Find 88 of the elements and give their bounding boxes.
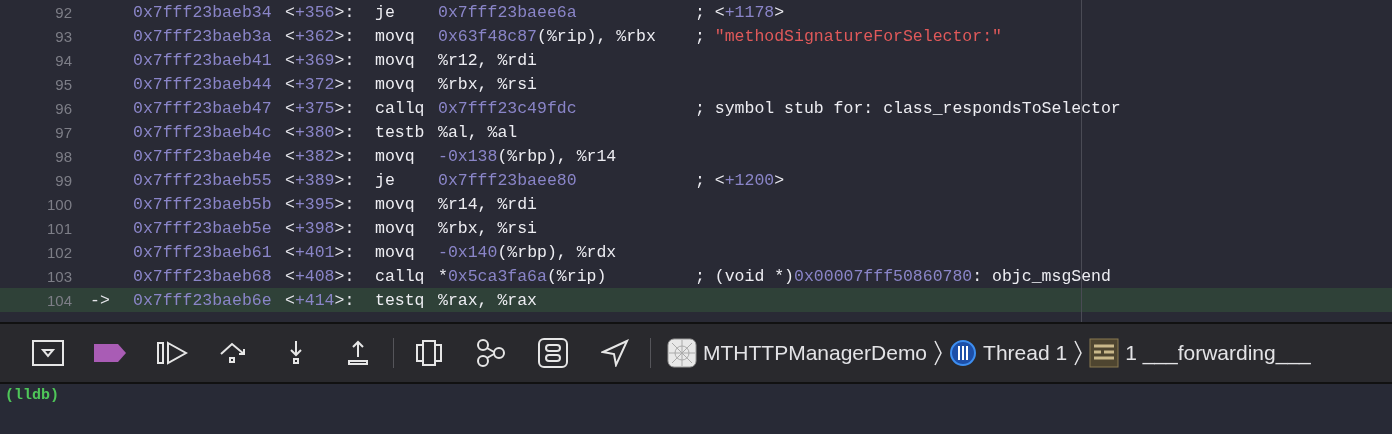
mnemonic: testb (375, 122, 426, 142)
instruction-pointer: -> (90, 290, 110, 310)
operands: %rax, %rax (438, 290, 539, 310)
mnemonic: movq (375, 194, 416, 214)
mnemonic: movq (375, 50, 416, 70)
line-number: 99 (54, 171, 72, 189)
environment-overrides-icon[interactable] (538, 338, 568, 368)
operands: 0x63f48c87(%rip), %rbx (438, 26, 657, 46)
line-number: 104 (45, 291, 72, 309)
mnemonic: je (375, 2, 396, 22)
line-number: 100 (45, 195, 72, 213)
offset: <+382>: (285, 146, 356, 166)
breadcrumb-item[interactable]: MTHTTPManagerDemo (703, 341, 928, 365)
address: 0x7fff23baeb5b (133, 194, 273, 214)
chevron-icon (1073, 339, 1084, 367)
breakpoint-icon[interactable] (94, 344, 126, 362)
address: 0x7fff23baeb44 (133, 74, 273, 94)
operands: %rbx, %rsi (438, 74, 539, 94)
address: 0x7fff23baeb61 (133, 242, 273, 262)
console-prompt: (lldb) (5, 387, 59, 404)
operands: %rbx, %rsi (438, 218, 539, 238)
offset: <+375>: (285, 98, 356, 118)
address: 0x7fff23baeb3a (133, 26, 273, 46)
line-number: 96 (54, 99, 72, 117)
offset: <+414>: (285, 290, 356, 310)
comment: ; <+1200> (695, 170, 785, 190)
mnemonic: je (375, 170, 396, 190)
line-number: 94 (54, 51, 72, 69)
mnemonic: testq (375, 290, 426, 310)
operands: -0x138(%rbp), %r14 (438, 146, 618, 166)
comment: ; (void *)0x00007fff50860780: objc_msgSend (695, 266, 1111, 286)
thread-icon (949, 339, 978, 367)
address: 0x7fff23baeb4c (133, 122, 273, 142)
mnemonic: callq (375, 98, 426, 118)
address: 0x7fff23baeb68 (133, 266, 273, 286)
step-out-icon[interactable] (347, 339, 369, 367)
offset: <+408>: (285, 266, 356, 286)
mnemonic: callq (375, 266, 426, 286)
offset: <+372>: (285, 74, 356, 94)
offset: <+356>: (285, 2, 356, 22)
operands: 0x7fff23c49fdc (438, 98, 578, 118)
hide-console-icon[interactable] (32, 340, 64, 366)
line-number: 93 (54, 27, 72, 45)
line-number: 95 (54, 75, 72, 93)
breadcrumb-item[interactable]: 1 ___forwarding___ (1125, 341, 1311, 365)
operands: -0x140(%rbp), %rdx (438, 242, 618, 262)
line-number: 101 (45, 219, 72, 237)
address: 0x7fff23baeb55 (133, 170, 273, 190)
operands: 0x7fff23baee6a (438, 2, 578, 22)
breadcrumb-item[interactable]: Thread 1 (983, 341, 1068, 365)
offset: <+380>: (285, 122, 356, 142)
chevron-icon (933, 339, 944, 367)
line-number: 102 (45, 243, 72, 261)
continue-icon[interactable] (156, 340, 188, 366)
mnemonic: movq (375, 74, 416, 94)
address: 0x7fff23baeb47 (133, 98, 273, 118)
offset: <+389>: (285, 170, 356, 190)
mnemonic: movq (375, 146, 416, 166)
address: 0x7fff23baeb41 (133, 50, 273, 70)
address: 0x7fff23baeb34 (133, 2, 273, 22)
memory-graph-icon[interactable] (476, 339, 506, 367)
operands: 0x7fff23baee80 (438, 170, 578, 190)
offset: <+369>: (285, 50, 356, 70)
address: 0x7fff23baeb5e (133, 218, 273, 238)
operands: %r12, %rdi (438, 50, 539, 70)
line-number: 92 (54, 3, 72, 21)
operands: %al, %al (438, 122, 519, 142)
line-number: 103 (45, 267, 72, 285)
view-hierarchy-icon[interactable] (415, 340, 443, 366)
offset: <+401>: (285, 242, 356, 262)
operands: %r14, %rdi (438, 194, 539, 214)
offset: <+395>: (285, 194, 356, 214)
comment: ; symbol stub for: class_respondsToSelector (695, 98, 1121, 118)
address: 0x7fff23baeb4e (133, 146, 273, 166)
operands: *0x5ca3fa6a(%rip) (438, 266, 608, 286)
comment: ; "methodSignatureForSelector:" (695, 26, 1002, 46)
comment: ; <+1178> (695, 2, 785, 22)
offset: <+398>: (285, 218, 356, 238)
mnemonic: movq (375, 26, 416, 46)
address: 0x7fff23baeb6e (133, 290, 273, 310)
mnemonic: movq (375, 218, 416, 238)
line-number: 98 (54, 147, 72, 165)
app-icon (667, 338, 697, 368)
offset: <+362>: (285, 26, 356, 46)
line-number: 97 (54, 123, 72, 141)
stack-frame-icon (1089, 338, 1120, 368)
location-icon[interactable] (601, 339, 629, 367)
mnemonic: movq (375, 242, 416, 262)
